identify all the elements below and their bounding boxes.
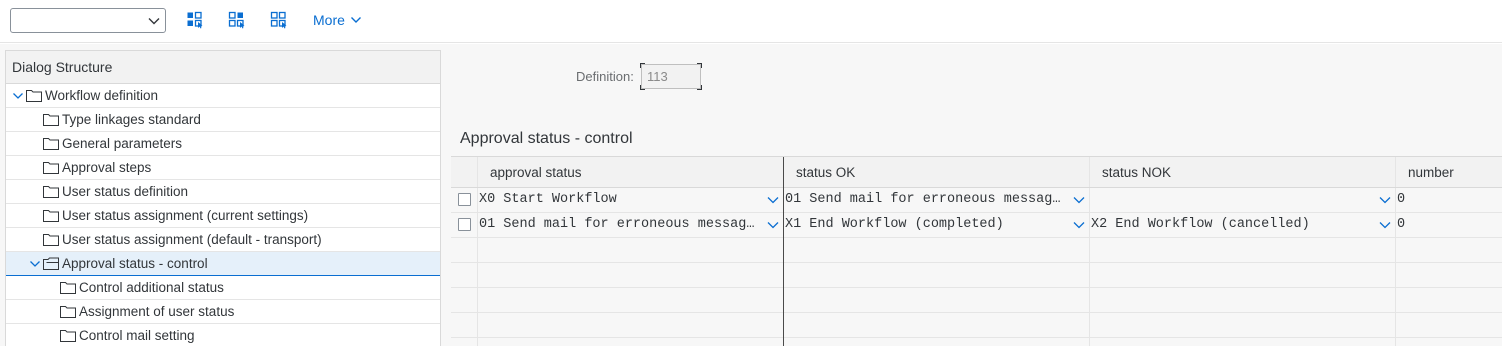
approval-status-cell-value: 01 Send mail for erroneous messages bbox=[479, 217, 757, 232]
section-title: Approval status - control bbox=[460, 130, 633, 147]
chevron-down-icon[interactable] bbox=[1379, 194, 1391, 206]
tree-item-label: Control mail setting bbox=[79, 328, 195, 343]
column-header-approval-status[interactable]: approval status bbox=[478, 157, 784, 187]
select-all-column-header[interactable] bbox=[451, 157, 478, 187]
select-all-icon[interactable] bbox=[186, 11, 204, 29]
tree-item[interactable]: Control mail setting bbox=[6, 324, 440, 346]
tree-item[interactable]: Control additional status bbox=[6, 276, 440, 300]
chevron-down-icon[interactable] bbox=[12, 90, 24, 102]
folder-icon bbox=[43, 210, 59, 222]
chevron-down-icon[interactable] bbox=[1073, 194, 1085, 206]
chevron-down-icon[interactable] bbox=[767, 219, 779, 231]
tree-item-label: User status assignment (current settings… bbox=[62, 208, 309, 223]
number-cell-value: 0 bbox=[1397, 217, 1406, 232]
status-nok-cell-value: X2 End Workflow (cancelled) bbox=[1091, 217, 1310, 232]
tree-item[interactable]: General parameters bbox=[6, 132, 440, 156]
approval-status-cell[interactable]: X0 Start Workflow bbox=[478, 188, 784, 212]
folder-icon bbox=[43, 138, 59, 150]
folder-icon bbox=[26, 90, 42, 102]
chevron-down-icon[interactable] bbox=[767, 194, 779, 206]
status-nok-cell[interactable]: X2 End Workflow (cancelled) bbox=[1090, 213, 1396, 237]
empty-table-row bbox=[451, 238, 1502, 263]
tree-item-label: User status assignment (default - transp… bbox=[62, 232, 322, 247]
dialog-structure-panel: Dialog Structure Workflow definition Type… bbox=[5, 50, 441, 346]
chevron-down-icon[interactable] bbox=[1379, 219, 1391, 231]
tree-item[interactable]: Type linkages standard bbox=[6, 108, 440, 132]
table-header-row: approval status status OK status NOK num… bbox=[451, 157, 1502, 188]
empty-table-row bbox=[451, 288, 1502, 313]
definition-label: Definition: bbox=[576, 69, 634, 84]
definition-value: 113 bbox=[647, 69, 668, 84]
folder-icon bbox=[43, 162, 59, 174]
number-cell-value: 0 bbox=[1397, 192, 1406, 207]
dialog-structure-tree: Workflow definition Type linkages standar… bbox=[6, 84, 440, 346]
folder-icon bbox=[60, 330, 76, 342]
select-block-icon[interactable] bbox=[228, 11, 246, 29]
row-selector[interactable] bbox=[451, 188, 478, 212]
column-header-status-nok[interactable]: status NOK bbox=[1090, 157, 1396, 187]
tree-item[interactable]: User status assignment (default - transp… bbox=[6, 228, 440, 252]
tree-item[interactable]: User status assignment (current settings… bbox=[6, 204, 440, 228]
chevron-down-icon[interactable] bbox=[29, 258, 41, 270]
tree-item-label: General parameters bbox=[62, 136, 183, 151]
fixed-column-divider bbox=[783, 157, 784, 346]
more-button[interactable]: More bbox=[313, 12, 362, 28]
tree-item-label: Approval status - control bbox=[62, 256, 208, 271]
row-checkbox[interactable] bbox=[458, 218, 471, 231]
tree-item[interactable]: Workflow definition bbox=[6, 84, 440, 108]
tree-item[interactable]: Approval status - control bbox=[6, 252, 440, 276]
number-cell[interactable]: 0 bbox=[1396, 213, 1502, 237]
status-nok-cell[interactable] bbox=[1090, 188, 1396, 212]
tree-item[interactable]: Approval steps bbox=[6, 156, 440, 180]
tree-item[interactable]: Assignment of user status bbox=[6, 300, 440, 324]
table-row[interactable]: X0 Start Workflow 01 Send mail for errone… bbox=[451, 188, 1502, 213]
toolbar: More bbox=[0, 0, 1502, 43]
row-checkbox[interactable] bbox=[458, 193, 471, 206]
tree-item[interactable]: User status definition bbox=[6, 180, 440, 204]
empty-table-row bbox=[451, 263, 1502, 288]
tree-item-label: Workflow definition bbox=[45, 88, 159, 103]
empty-table-row bbox=[451, 313, 1502, 338]
tree-item-label: Control additional status bbox=[79, 280, 224, 295]
column-header-status-ok[interactable]: status OK bbox=[784, 157, 1090, 187]
chevron-down-icon[interactable] bbox=[1073, 219, 1085, 231]
tree-item-label: Assignment of user status bbox=[79, 304, 235, 319]
empty-table-row bbox=[451, 338, 1502, 346]
folder-icon bbox=[43, 114, 59, 126]
more-label: More bbox=[313, 12, 345, 28]
view-select[interactable] bbox=[10, 8, 166, 33]
approval-status-cell-value: X0 Start Workflow bbox=[479, 192, 617, 207]
column-header-number[interactable]: number bbox=[1396, 157, 1502, 187]
content-area: Dialog Structure Workflow definition Type… bbox=[0, 44, 1502, 346]
folder-icon bbox=[60, 306, 76, 318]
status-ok-cell-value: 01 Send mail for erroneous messages bbox=[785, 192, 1063, 207]
status-ok-cell[interactable]: X1 End Workflow (completed) bbox=[784, 213, 1090, 237]
row-selector[interactable] bbox=[451, 213, 478, 237]
dialog-structure-header: Dialog Structure bbox=[6, 51, 440, 84]
folder-icon bbox=[43, 186, 59, 198]
tree-item-label: User status definition bbox=[62, 184, 189, 199]
chevron-down-icon bbox=[350, 17, 361, 23]
folder-open-icon bbox=[43, 257, 59, 270]
folder-icon bbox=[43, 234, 59, 246]
definition-field[interactable]: 113 bbox=[640, 63, 702, 90]
status-ok-cell-value: X1 End Workflow (completed) bbox=[785, 217, 1004, 232]
number-cell[interactable]: 0 bbox=[1396, 188, 1502, 212]
tree-item-label: Approval steps bbox=[62, 160, 152, 175]
chevron-down-icon bbox=[148, 18, 160, 25]
table-row[interactable]: 01 Send mail for erroneous messages X1 En… bbox=[451, 213, 1502, 238]
approval-status-cell[interactable]: 01 Send mail for erroneous messages bbox=[478, 213, 784, 237]
tree-item-label: Type linkages standard bbox=[62, 112, 201, 127]
approval-status-table: approval status status OK status NOK num… bbox=[451, 156, 1502, 346]
status-ok-cell[interactable]: 01 Send mail for erroneous messages bbox=[784, 188, 1090, 212]
deselect-all-icon[interactable] bbox=[270, 11, 288, 29]
folder-icon bbox=[60, 282, 76, 294]
